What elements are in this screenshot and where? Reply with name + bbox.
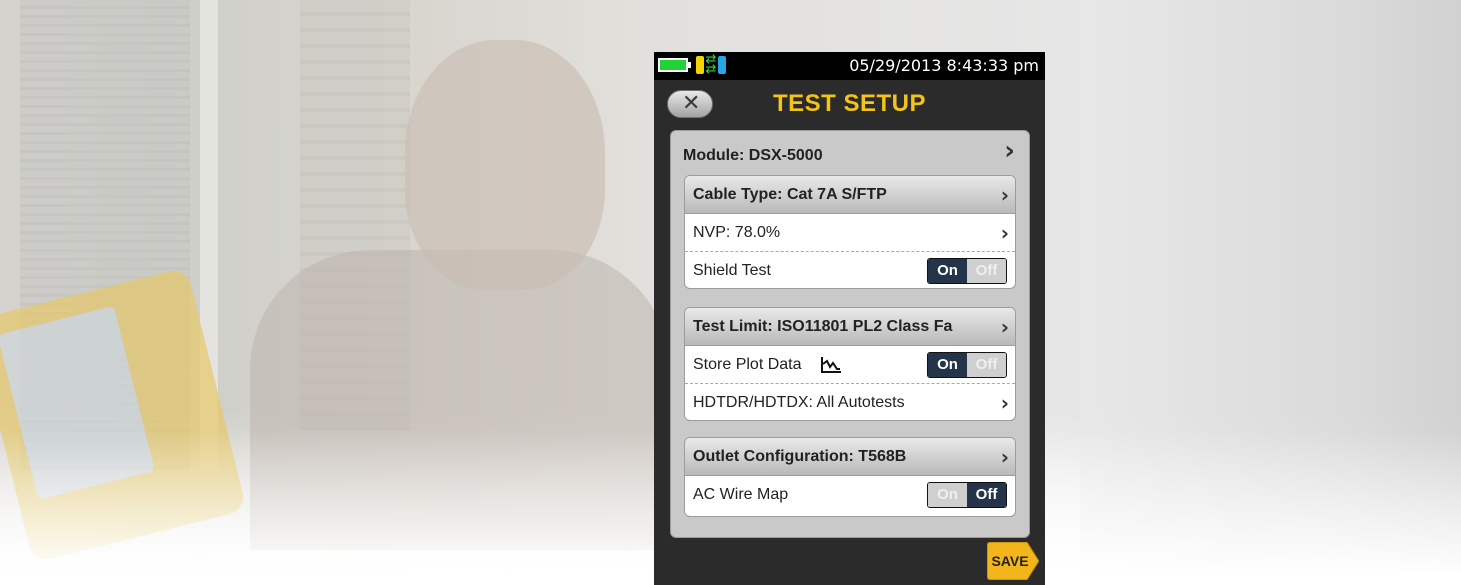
main-unit-icon: [696, 56, 704, 74]
test-limit-group: Test Limit: ISO11801 PL2 Class Fa › Stor…: [684, 307, 1016, 421]
settings-panel: Module: DSX-5000 › Cable Type: Cat 7A S/…: [670, 130, 1030, 538]
shield-test-row: Shield Test On Off: [685, 251, 1015, 288]
toggle-on-option[interactable]: On: [928, 259, 967, 283]
outlet-config-label: Outlet Configuration: T568B: [693, 448, 907, 465]
chevron-right-icon: ›: [1000, 391, 1009, 415]
toggle-on-option[interactable]: On: [928, 353, 967, 377]
page-title: TEST SETUP: [772, 90, 927, 117]
hdtdr-row[interactable]: HDTDR/HDTDX: All Autotests ›: [685, 383, 1015, 420]
outlet-config-group: Outlet Configuration: T568B › AC Wire Ma…: [684, 437, 1016, 517]
chevron-right-icon: ›: [1004, 136, 1015, 166]
chevron-right-icon: ›: [1000, 221, 1009, 245]
status-bar: ⇄ ⇄ 05/29/2013 8:43:33 pm: [654, 52, 1045, 80]
chevron-right-icon: ›: [1000, 183, 1009, 207]
nvp-row[interactable]: NVP: 78.0% ›: [685, 214, 1015, 251]
shield-test-toggle[interactable]: On Off: [927, 258, 1007, 284]
tester-screen: ⇄ ⇄ 05/29/2013 8:43:33 pm ✕ TEST SETUP Mo…: [654, 52, 1045, 585]
store-plot-row: Store Plot Data On Off: [685, 346, 1015, 383]
remote-unit-icon: [718, 56, 726, 74]
datetime: 05/29/2013 8:43:33 pm: [849, 56, 1039, 75]
link-status-icon: ⇄ ⇄: [696, 52, 728, 77]
module-label: Module: DSX-5000: [683, 147, 823, 164]
toggle-on-option[interactable]: On: [928, 483, 967, 507]
save-label: SAVE: [991, 553, 1029, 569]
plot-graph-icon: [821, 357, 841, 373]
chevron-right-icon: ›: [1000, 315, 1009, 339]
toggle-off-option[interactable]: Off: [967, 259, 1006, 283]
ac-wire-map-label: AC Wire Map: [693, 486, 789, 503]
background-technician-head: [405, 40, 605, 290]
battery-icon: [658, 58, 691, 72]
cable-type-label: Cable Type: Cat 7A S/FTP: [693, 186, 887, 203]
nvp-label: NVP: 78.0%: [693, 224, 781, 241]
test-limit-label: Test Limit: ISO11801 PL2 Class Fa: [693, 318, 953, 335]
test-limit-row[interactable]: Test Limit: ISO11801 PL2 Class Fa ›: [685, 308, 1015, 346]
hdtdr-label: HDTDR/HDTDX: All Autotests: [693, 394, 905, 411]
module-row[interactable]: Module: DSX-5000 ›: [683, 136, 1021, 171]
ac-wire-map-row: AC Wire Map On Off: [685, 476, 1015, 513]
save-button[interactable]: SAVE: [987, 542, 1039, 580]
toggle-off-option[interactable]: Off: [967, 483, 1006, 507]
cable-type-group: Cable Type: Cat 7A S/FTP › NVP: 78.0% › …: [684, 175, 1016, 289]
link-arrows-icon: ⇄ ⇄: [705, 52, 717, 77]
chevron-right-icon: ›: [1000, 445, 1009, 469]
shield-test-label: Shield Test: [693, 262, 771, 279]
ac-wire-map-toggle[interactable]: On Off: [927, 482, 1007, 508]
store-plot-toggle[interactable]: On Off: [927, 352, 1007, 378]
cable-type-row[interactable]: Cable Type: Cat 7A S/FTP ›: [685, 176, 1015, 214]
outlet-config-row[interactable]: Outlet Configuration: T568B ›: [685, 438, 1015, 476]
toggle-off-option[interactable]: Off: [967, 353, 1006, 377]
store-plot-label: Store Plot Data: [693, 356, 802, 373]
title-bar: ✕ TEST SETUP: [654, 80, 1045, 130]
